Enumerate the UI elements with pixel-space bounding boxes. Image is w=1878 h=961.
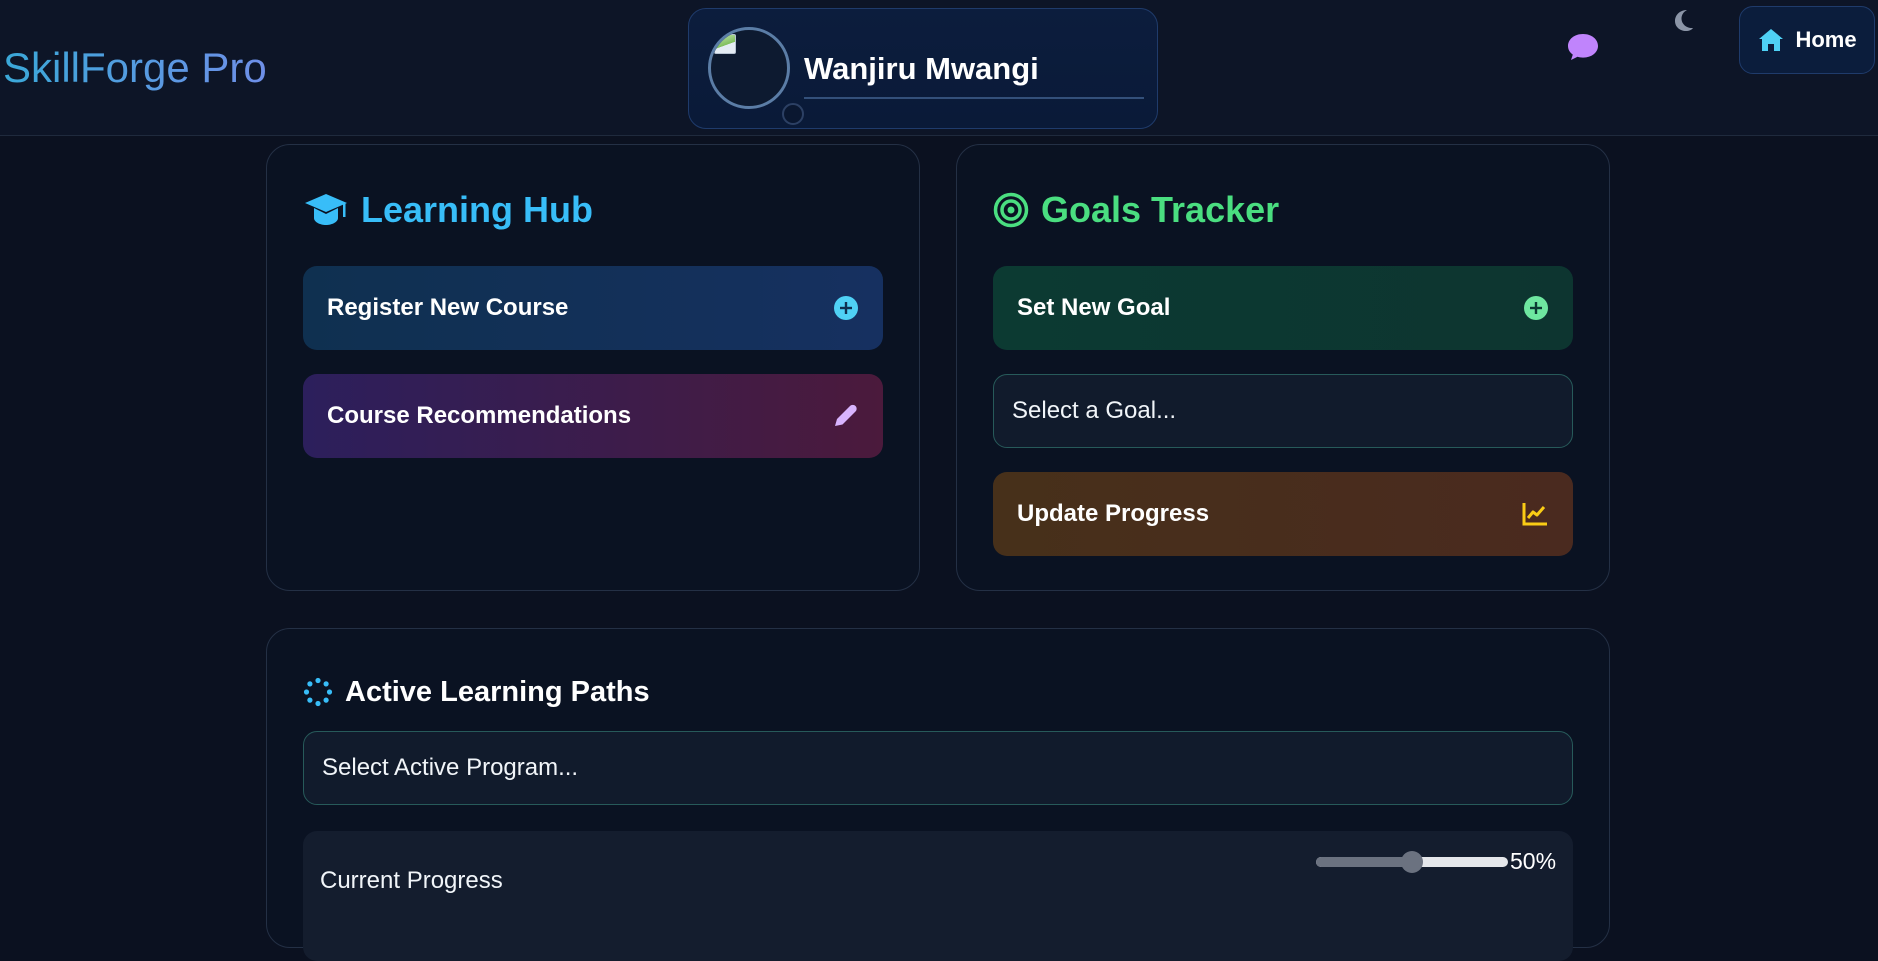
set-new-goal-label: Set New Goal: [1017, 294, 1171, 321]
plus-circle-icon: [834, 296, 858, 320]
profile-card[interactable]: Wanjiru Mwangi: [688, 8, 1158, 129]
learning-hub-title: Learning Hub: [361, 189, 593, 230]
course-recommendations-button[interactable]: Course Recommendations: [303, 374, 883, 458]
progress-panel: Current Progress 50%: [303, 831, 1573, 961]
current-progress-label: Current Progress: [320, 867, 503, 894]
register-new-course-label: Register New Course: [327, 294, 569, 321]
top-navbar: SkillForge Pro Wanjiru Mwangi Home: [0, 0, 1878, 136]
pencil-icon: [835, 404, 857, 426]
progress-slider[interactable]: [1316, 851, 1508, 873]
home-label: Home: [1795, 27, 1857, 52]
line-chart-icon: [1522, 503, 1547, 526]
plus-circle-icon: [1524, 296, 1548, 320]
active-learning-paths-heading: Active Learning Paths: [303, 667, 650, 717]
goal-select-value: Select a Goal...: [1012, 397, 1177, 424]
active-program-select-value: Select Active Program...: [322, 754, 579, 781]
avatar[interactable]: [708, 27, 790, 109]
active-program-select[interactable]: Select Active Program...: [303, 731, 1573, 805]
goal-select[interactable]: Select a Goal...: [993, 374, 1573, 448]
progress-slider-fill: [1316, 857, 1412, 867]
set-new-goal-button[interactable]: Set New Goal: [993, 266, 1573, 350]
active-learning-paths-title: Active Learning Paths: [345, 676, 650, 708]
goals-tracker-card: Goals Tracker Set New Goal Select a Goal…: [956, 144, 1610, 591]
home-icon: [1759, 29, 1784, 51]
register-new-course-button[interactable]: Register New Course: [303, 266, 883, 350]
avatar-status-indicator: [782, 103, 804, 125]
broken-image-icon: [714, 34, 736, 54]
active-learning-paths-card: Active Learning Paths Select Active Prog…: [266, 628, 1610, 961]
spinner-icon: [303, 677, 333, 707]
course-recommendations-label: Course Recommendations: [327, 402, 632, 429]
home-button[interactable]: Home: [1739, 6, 1875, 74]
goals-tracker-title: Goals Tracker: [1041, 189, 1280, 230]
update-progress-label: Update Progress: [1017, 500, 1210, 527]
update-progress-button[interactable]: Update Progress: [993, 472, 1573, 556]
brand-logo-text[interactable]: SkillForge Pro: [3, 40, 267, 96]
chat-bubble-icon[interactable]: [1566, 32, 1600, 62]
goals-tracker-heading: Goals Tracker: [993, 185, 1279, 235]
moon-icon[interactable]: [1670, 7, 1696, 33]
learning-hub-card: Learning Hub Register New Course Course …: [266, 144, 920, 591]
learning-hub-heading: Learning Hub: [303, 185, 593, 235]
progress-value: 50%: [1510, 848, 1557, 874]
profile-name: Wanjiru Mwangi: [804, 49, 1144, 99]
progress-slider-thumb[interactable]: [1401, 851, 1423, 873]
graduation-cap-icon: [305, 194, 347, 225]
target-icon: [993, 192, 1029, 228]
